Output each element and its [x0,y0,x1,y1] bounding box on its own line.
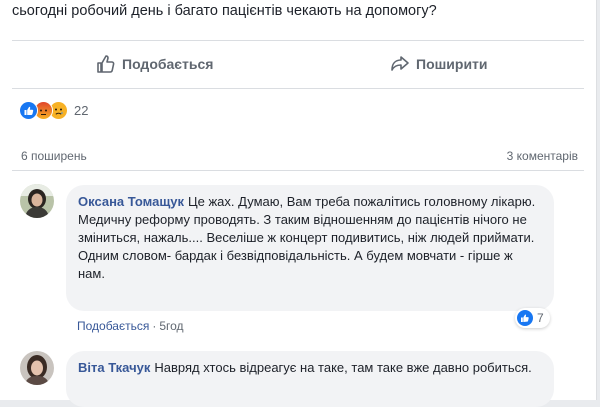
reactions-summary[interactable]: 22 [19,100,88,120]
comment-timestamp[interactable]: 5год [159,319,183,333]
comment-likes-count: 7 [537,311,544,325]
post-card: сьогодні робочий день і багато пацієнтів… [0,0,597,407]
like-button[interactable]: Подобається [96,52,213,76]
comment-meta: Подобається · 5год [77,319,184,333]
comment-bubble: Віта Ткачук Навряд хтось відреагує на так… [66,351,554,407]
meta-separator: · [152,319,157,333]
like-button-label: Подобається [122,56,214,72]
share-arrow-icon [390,54,410,74]
comment-author[interactable]: Оксана Томащук [78,194,184,209]
like-icon [19,100,38,120]
comments-count[interactable]: 3 коментарів [507,149,578,163]
share-button[interactable]: Поширити [390,52,488,76]
divider [12,40,584,41]
comment-likes-badge[interactable]: 7 [515,308,550,328]
comment-author[interactable]: Віта Ткачук [78,360,150,375]
thumbs-up-icon [96,54,116,74]
avatar[interactable] [20,184,54,218]
comment-like-link[interactable]: Подобається [77,319,149,333]
post-text: сьогодні робочий день і багато пацієнтів… [12,3,437,19]
avatar[interactable] [20,351,54,385]
like-icon [517,310,533,326]
share-button-label: Поширити [416,56,488,72]
reactions-count: 22 [74,102,89,118]
shares-count[interactable]: 6 поширень [21,149,87,163]
divider [12,88,584,89]
comment-bubble: Оксана Томащук Це жах. Думаю, Вам треба п… [66,185,554,311]
comment-text: Навряд хтось відреагує на таке, там таке… [154,360,532,375]
divider [12,170,584,171]
